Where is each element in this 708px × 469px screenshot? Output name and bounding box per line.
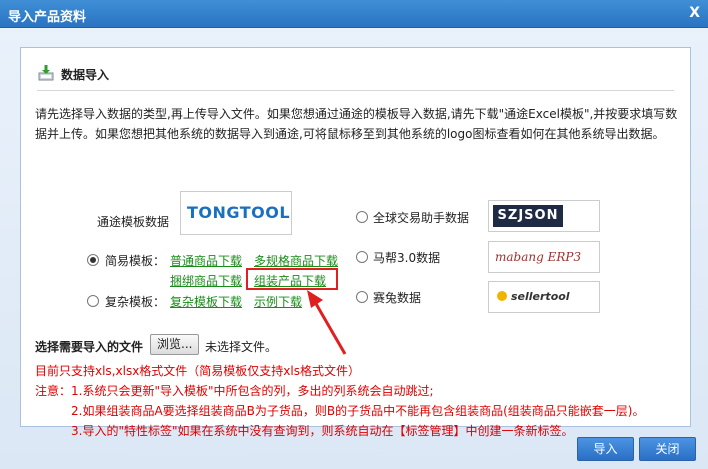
note-item: 1.系统只会更新"导入模板"中所包含的列，多出的列系统会自动跳过; [71, 384, 434, 398]
normal-goods-download-link[interactable]: 普通商品下载 [170, 252, 242, 269]
sellertool-logo-text: sellertool [511, 290, 570, 303]
mabang-radio[interactable] [356, 251, 368, 263]
complex-template-label: 复杂模板： [105, 295, 166, 309]
note-item: 3.导入的"特性标签"如果在系统中没有查询到，则系统自动在【标签管理】中创建一条… [71, 424, 574, 438]
complex-template-radio[interactable] [87, 295, 99, 307]
example-download-link[interactable]: 示例下载 [254, 293, 302, 310]
file-select-label: 选择需要导入的文件 [35, 340, 144, 354]
sellertool-label: 赛兔数据 [373, 291, 422, 305]
szjson-logo-text: SZJSON [493, 205, 563, 227]
format-note: 目前只支持xls,xlsx格式文件（简易模板仅支持xls格式文件） [35, 364, 360, 378]
multi-spec-download-link[interactable]: 多规格商品下载 [254, 252, 338, 269]
import-button[interactable]: 导入 [577, 437, 634, 461]
import-panel: 数据导入 请先选择导入数据的类型,再上传导入文件。如果您想通过通途的模板导入数据… [20, 47, 691, 438]
dialog-title: 导入产品资料 [8, 10, 87, 25]
tongtool-logo-text: TONGTOOL [187, 203, 291, 222]
szjson-label: 全球交易助手数据 [373, 211, 470, 225]
tongtool-label: 通途模板数据 [97, 215, 170, 229]
assembly-download-link[interactable]: 组装产品下载 [254, 272, 326, 289]
szjson-logo[interactable]: SZJSON [488, 200, 600, 232]
close-icon[interactable]: X [689, 5, 700, 21]
section-header: 数据导入 [37, 64, 674, 91]
mabang-logo-text: mabang ERP3 [495, 250, 582, 264]
dialog-titlebar: 导入产品资料 X [0, 0, 708, 28]
szjson-radio[interactable] [356, 211, 368, 223]
simple-template-radio[interactable] [87, 254, 99, 266]
mabang-label: 马帮3.0数据 [373, 251, 441, 265]
tongtool-logo[interactable]: TONGTOOL [180, 191, 292, 235]
dialog-body: 数据导入 请先选择导入数据的类型,再上传导入文件。如果您想通过通途的模板导入数据… [0, 28, 708, 469]
note-item: 2.如果组装商品A要选择组装商品B为子货品，则B的子货品中不能再包含组装商品(组… [71, 404, 645, 418]
browse-button[interactable]: 浏览... [150, 334, 200, 355]
import-description: 请先选择导入数据的类型,再上传导入文件。如果您想通过通途的模板导入数据,请先下载… [35, 107, 678, 141]
bundle-goods-download-link[interactable]: 捆绑商品下载 [170, 272, 242, 289]
sellertool-logo[interactable]: sellertool [488, 281, 600, 313]
close-button[interactable]: 关闭 [639, 437, 696, 461]
arrow-annotation [307, 290, 347, 355]
section-title: 数据导入 [61, 68, 110, 82]
note-prefix: 注意： [35, 384, 72, 398]
sellertool-logo-icon [497, 291, 507, 301]
mabang-logo[interactable]: mabang ERP3 [488, 241, 600, 273]
simple-template-label: 简易模板： [105, 254, 166, 268]
sellertool-radio[interactable] [356, 291, 368, 303]
complex-template-download-link[interactable]: 复杂模板下载 [170, 293, 242, 310]
import-icon [37, 64, 55, 85]
file-status: 未选择文件。 [205, 340, 278, 354]
